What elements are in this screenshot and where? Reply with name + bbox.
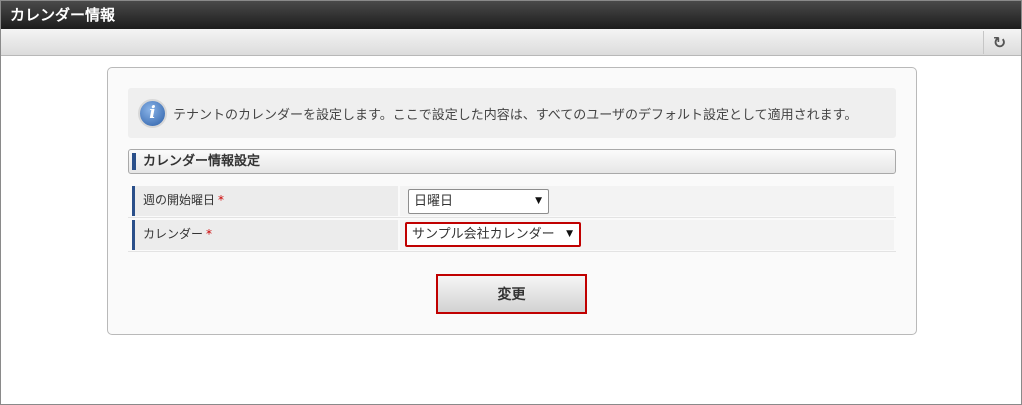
- info-message: テナントのカレンダーを設定します。ここで設定した内容は、すべてのユーザのデフォル…: [173, 107, 858, 123]
- required-mark: *: [218, 193, 225, 207]
- week-start-label: 週の開始曜日: [143, 193, 216, 207]
- week-start-selected-value: 日曜日: [414, 194, 454, 209]
- form-row-week-start: 週の開始曜日 * 日曜日 ▼: [128, 184, 896, 218]
- form-row-calendar: カレンダー * サンプル会社カレンダー ▼: [128, 218, 896, 252]
- settings-panel: i テナントのカレンダーを設定します。ここで設定した内容は、すべてのユーザのデフ…: [107, 67, 917, 335]
- info-message-box: i テナントのカレンダーを設定します。ここで設定した内容は、すべてのユーザのデフ…: [128, 88, 896, 138]
- calendar-label-cell: カレンダー *: [132, 220, 398, 250]
- dropdown-arrow-icon: ▼: [566, 229, 573, 239]
- week-start-select[interactable]: 日曜日 ▼: [408, 189, 549, 214]
- week-start-value-cell: 日曜日 ▼: [400, 186, 894, 216]
- refresh-icon: ↻: [992, 33, 1007, 52]
- window-title: カレンダー情報: [1, 1, 1021, 29]
- calendar-select[interactable]: サンプル会社カレンダー ▼: [405, 222, 581, 247]
- week-start-label-cell: 週の開始曜日 *: [132, 186, 398, 216]
- info-icon: i: [138, 98, 167, 128]
- calendar-value-cell: サンプル会社カレンダー ▼: [400, 220, 894, 250]
- refresh-button[interactable]: ↻: [983, 31, 1015, 54]
- section-title: カレンダー情報設定: [128, 149, 896, 174]
- window-frame: カレンダー情報 ↻ i テナントのカレンダーを設定します。ここで設定した内容は、…: [0, 0, 1022, 405]
- submit-button[interactable]: 変更: [436, 274, 587, 314]
- required-mark: *: [206, 227, 213, 241]
- dropdown-arrow-icon: ▼: [535, 196, 542, 206]
- calendar-selected-value: サンプル会社カレンダー: [412, 227, 555, 242]
- calendar-label: カレンダー: [143, 227, 204, 241]
- toolbar: ↻: [1, 29, 1021, 56]
